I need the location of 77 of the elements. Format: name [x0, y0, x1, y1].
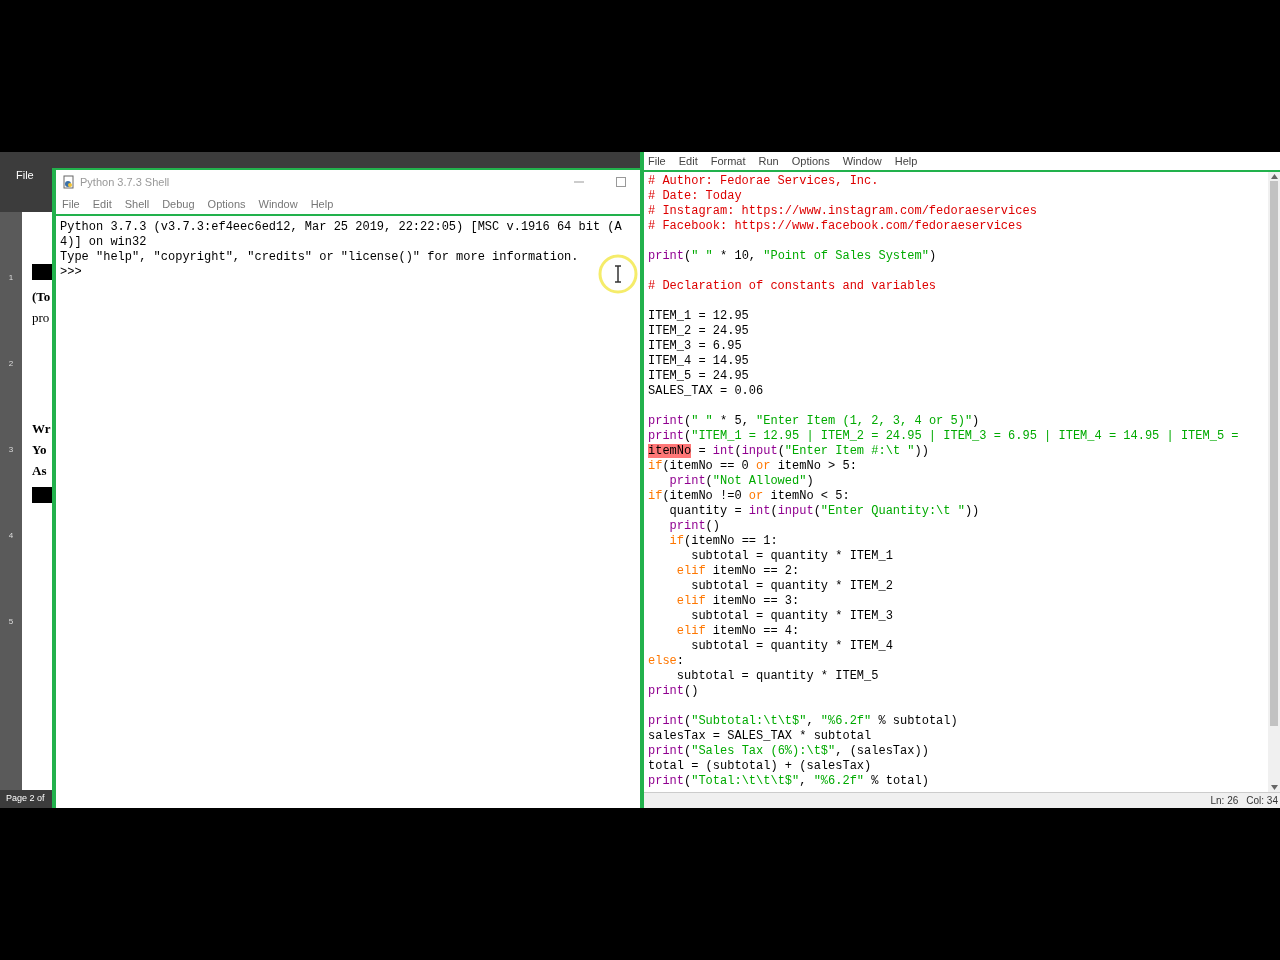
- menu-item[interactable]: Edit: [92, 195, 112, 213]
- code-line: quantity = int(input("Enter Quantity:\t ")): [668, 504, 980, 519]
- code-line: print(" " * 10, "Point of Sales System"): [648, 249, 937, 264]
- document-text: Yo: [32, 441, 48, 459]
- scroll-up-icon[interactable]: [1270, 174, 1278, 179]
- code-line: print("Subtotal:\t\t$", "%6.2f" % subtotal): [648, 714, 958, 729]
- menu-item[interactable]: Options: [791, 152, 830, 170]
- code-line: total = (subtotal) + (salesTax): [648, 759, 872, 774]
- code-line: # Author: Fedorae Services, Inc.: [648, 174, 879, 189]
- menu-item[interactable]: Help: [894, 152, 918, 170]
- maximize-icon[interactable]: [616, 177, 626, 187]
- code-line: elif itemNo == 3:: [675, 594, 800, 609]
- ruler-number: 3: [8, 444, 14, 456]
- status-text: Col: 34: [1246, 794, 1278, 808]
- code-line: subtotal = quantity * ITEM_3: [690, 609, 893, 624]
- code-line: ITEM_1 = 12.95: [648, 309, 749, 324]
- code-line: if(itemNo == 0 or itemNo > 5:: [648, 459, 857, 474]
- menu-item[interactable]: Window: [842, 152, 882, 170]
- code-line: print("Sales Tax (6%):\t$", (salesTax)): [648, 744, 929, 759]
- ruler-number: 2: [8, 358, 14, 370]
- document-text: pro: [32, 309, 51, 327]
- shell-output-line: 4)] on win32: [60, 235, 147, 250]
- redaction-block: [32, 487, 52, 503]
- code-line: if(itemNo !=0 or itemNo < 5:: [648, 489, 850, 504]
- ruler-number: 5: [8, 616, 14, 628]
- menu-item[interactable]: File: [648, 152, 666, 170]
- code-line: ITEM_5 = 24.95: [648, 369, 749, 384]
- code-line: subtotal = quantity * ITEM_4: [690, 639, 893, 654]
- shell-output-line: Type "help", "copyright", "credits" or "license()" for more information.: [60, 250, 579, 265]
- code-line: # Facebook: https://www.facebook.com/fedoraeservices: [648, 219, 1023, 234]
- menu-item[interactable]: Help: [310, 195, 334, 213]
- scroll-down-icon[interactable]: [1270, 785, 1278, 790]
- status-text: Ln: 26: [1210, 794, 1239, 808]
- code-line: itemNo = int(input("Enter Item #:\t ")): [648, 444, 929, 459]
- code-line: subtotal = quantity * ITEM_5: [675, 669, 879, 684]
- code-line: # Declaration of constants and variables: [648, 279, 937, 294]
- code-line: print(): [668, 519, 720, 534]
- menu-item[interactable]: File: [62, 195, 80, 213]
- menu-item[interactable]: Edit: [678, 152, 698, 170]
- code-line: print("ITEM_1 = 12.95 | ITEM_2 = 24.95 | ITEM_3 = 6.95 | ITEM_4 = 14.95 | ITEM_5 =: [648, 429, 1239, 444]
- page-status: Page 2 of: [6, 792, 45, 806]
- document-text: As: [32, 462, 48, 480]
- menu-item[interactable]: Run: [758, 152, 779, 170]
- code-line: print(): [648, 684, 699, 699]
- cursor-highlight-icon: [598, 254, 638, 294]
- menu-item[interactable]: File: [16, 169, 34, 181]
- code-line: if(itemNo == 1:: [668, 534, 778, 549]
- menu-item[interactable]: Options: [207, 195, 246, 213]
- code-line: ITEM_2 = 24.95: [648, 324, 749, 339]
- code-line: SALES_TAX = 0.06: [648, 384, 764, 399]
- code-line: salesTax = SALES_TAX * subtotal: [648, 729, 872, 744]
- code-line: # Date: Today: [648, 189, 742, 204]
- python-file-icon: [62, 175, 76, 189]
- window-title: Python 3.7.3 Shell: [80, 174, 170, 190]
- menu-item[interactable]: Shell: [124, 195, 150, 213]
- code-line: print("Total:\t\t\t$", "%6.2f" % total): [648, 774, 929, 789]
- code-line: print(" " * 5, "Enter Item (1, 2, 3, 4 or 5)"): [648, 414, 980, 429]
- menu-item[interactable]: Window: [258, 195, 298, 213]
- document-text: Wr: [32, 420, 52, 438]
- code-line: elif itemNo == 2:: [675, 564, 800, 579]
- ruler-number: 4: [8, 530, 14, 542]
- menu-item[interactable]: Debug: [162, 195, 195, 213]
- scrollbar[interactable]: [1268, 172, 1280, 792]
- code-line: subtotal = quantity * ITEM_2: [690, 579, 893, 594]
- code-line: ITEM_4 = 14.95: [648, 354, 749, 369]
- code-line: elif itemNo == 4:: [675, 624, 800, 639]
- code-line: else:: [648, 654, 684, 669]
- redaction-block: [32, 264, 52, 280]
- document-text: (To: [32, 288, 52, 306]
- code-line: ITEM_3 = 6.95: [648, 339, 742, 354]
- shell-output-line: Python 3.7.3 (v3.7.3:ef4eec6ed12, Mar 25 2019, 22:22:05) [MSC v.1916 64 bit (A: [60, 220, 622, 235]
- code-line: print("Not Allowed"): [668, 474, 814, 489]
- code-line: # Instagram: https://www.instagram.com/fedoraeservices: [648, 204, 1037, 219]
- code-line: subtotal = quantity * ITEM_1: [690, 549, 893, 564]
- ruler-number: 1: [8, 272, 14, 284]
- menu-item[interactable]: Format: [710, 152, 746, 170]
- shell-output-line: >>>: [60, 265, 82, 280]
